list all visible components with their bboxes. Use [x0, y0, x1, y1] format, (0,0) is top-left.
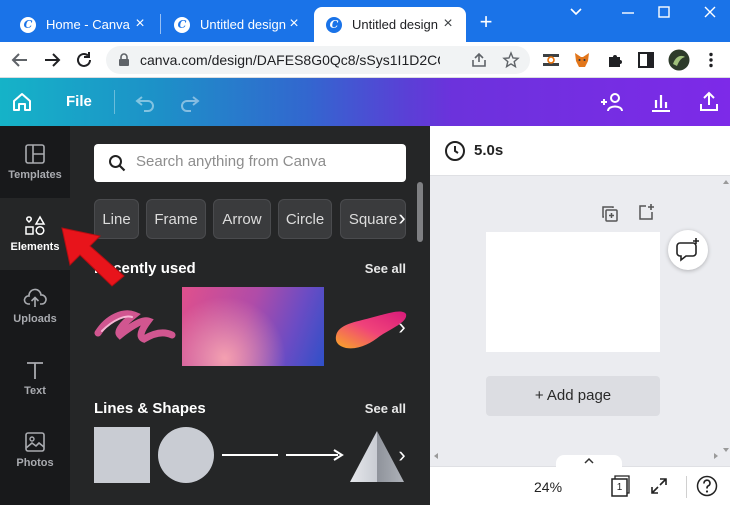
metamask-fox-icon[interactable] — [573, 51, 591, 69]
timer-clock-icon[interactable] — [444, 140, 466, 162]
reload-icon[interactable] — [74, 50, 94, 70]
comment-button[interactable] — [668, 230, 708, 270]
browser-toolbar: canva.com/design/DAFES8G0Qc8/sSys1I1D2CQ… — [0, 42, 730, 78]
see-all-lines-shapes-link[interactable]: See all — [365, 401, 406, 416]
home-icon[interactable] — [10, 90, 34, 114]
photos-icon — [0, 414, 70, 453]
rail-label: Text — [24, 385, 46, 397]
design-page[interactable] — [486, 232, 660, 352]
search-icon — [108, 154, 126, 172]
editor-toolbar: 5.0s — [430, 126, 730, 176]
rail-item-text[interactable]: Text — [0, 342, 70, 414]
editor-area: 5.0s + Add page 24% 1 — [430, 126, 730, 505]
square-shape[interactable] — [94, 427, 150, 483]
new-tab-button[interactable]: + — [476, 11, 496, 33]
browser-tab-untitled-active[interactable]: C Untitled design × — [314, 7, 466, 42]
tab-close-icon[interactable]: × — [286, 16, 302, 32]
fullscreen-expand-icon[interactable] — [650, 477, 668, 495]
footer-divider — [686, 476, 687, 498]
annotation-arrow — [58, 222, 128, 288]
chip-circle[interactable]: Circle — [278, 199, 332, 239]
address-bar[interactable]: canva.com/design/DAFES8G0Qc8/sSys1I1D2CQ… — [106, 46, 530, 74]
maximize-icon[interactable] — [654, 4, 674, 20]
editor-footer: 24% 1 — [430, 455, 730, 505]
url-text: canva.com/design/DAFES8G0Qc8/sSys1I1D2CQ… — [140, 52, 440, 68]
canva-favicon-icon: C — [326, 16, 342, 33]
browser-menu-icon[interactable] — [702, 51, 720, 69]
browser-tab-strip: C Home - Canva × C Untitled design × C U… — [0, 0, 730, 42]
recent-next-chevron-icon[interactable]: › — [390, 310, 414, 346]
extension-link-icon[interactable] — [542, 51, 560, 69]
pages-pull-tab[interactable] — [556, 455, 622, 467]
rail-item-photos[interactable]: Photos — [0, 414, 70, 486]
scroll-left-arrow-icon[interactable] — [432, 452, 440, 460]
bookmark-star-icon[interactable] — [502, 51, 520, 69]
rail-item-templates[interactable]: Templates — [0, 126, 70, 198]
elements-panel: Line Frame Arrow Circle Square › Recentl… — [70, 126, 430, 505]
browser-tab-home[interactable]: C Home - Canva × — [8, 7, 158, 42]
canva-favicon-icon: C — [20, 16, 36, 33]
gradient-image-thumbnail[interactable] — [182, 287, 324, 366]
page-count-button[interactable]: 1 — [610, 475, 630, 497]
add-page-button[interactable]: + Add page — [486, 376, 660, 416]
rail-label: Uploads — [13, 313, 57, 325]
tab-close-icon[interactable]: × — [440, 16, 456, 32]
see-all-recently-used-link[interactable]: See all — [365, 261, 406, 276]
panel-scrollbar[interactable] — [417, 182, 423, 242]
extensions-puzzle-icon[interactable] — [606, 51, 624, 69]
tab-close-icon[interactable]: × — [132, 16, 148, 32]
page-count-text: 1 — [616, 482, 623, 493]
suggestion-chips: Line Frame Arrow Circle Square — [94, 199, 406, 239]
canva-top-bar: File — [0, 78, 730, 126]
arrow-line-shape[interactable] — [286, 448, 344, 462]
duration-text[interactable]: 5.0s — [474, 142, 503, 159]
text-icon — [0, 342, 70, 381]
tab-search-chevron-icon[interactable] — [566, 4, 586, 20]
share-upload-icon[interactable] — [697, 90, 721, 114]
minimize-icon[interactable] — [618, 4, 638, 20]
search-box[interactable] — [94, 144, 406, 182]
zoom-level[interactable]: 24% — [534, 479, 562, 495]
pink-brush-stroke-thumbnail[interactable] — [94, 301, 176, 353]
tab-separator — [160, 14, 161, 34]
scroll-right-arrow-icon[interactable] — [712, 452, 720, 460]
editor-scrollbar[interactable] — [722, 178, 730, 454]
undo-icon[interactable] — [133, 90, 157, 114]
forward-arrow-icon[interactable] — [42, 50, 62, 70]
help-question-icon[interactable] — [696, 475, 718, 497]
window-close-icon[interactable] — [700, 4, 720, 20]
rail-label: Templates — [8, 169, 62, 181]
canva-favicon-icon: C — [174, 16, 190, 33]
left-rail: Templates Elements Uploads Text Photos — [0, 126, 70, 505]
add-collaborator-icon[interactable] — [600, 90, 626, 114]
duplicate-page-icon[interactable] — [600, 204, 620, 224]
search-input[interactable] — [136, 153, 396, 170]
chip-arrow[interactable]: Arrow — [213, 199, 271, 239]
browser-tab-untitled-1[interactable]: C Untitled design × — [162, 7, 312, 42]
chips-next-chevron-icon[interactable]: › — [390, 201, 414, 237]
redo-icon[interactable] — [178, 90, 202, 114]
line-shape[interactable] — [222, 453, 278, 457]
back-arrow-icon[interactable] — [10, 50, 30, 70]
chip-frame[interactable]: Frame — [146, 199, 206, 239]
insights-chart-icon[interactable] — [649, 90, 673, 114]
templates-icon — [0, 126, 70, 165]
section-title-lines-shapes: Lines & Shapes — [94, 400, 206, 417]
rail-label: Photos — [16, 457, 54, 469]
lock-icon[interactable] — [118, 53, 130, 67]
topbar-divider — [114, 90, 115, 114]
add-page-icon[interactable] — [636, 202, 656, 222]
file-menu[interactable]: File — [66, 93, 92, 110]
chevron-up-icon — [584, 457, 594, 464]
side-panel-icon[interactable] — [637, 51, 655, 69]
share-page-icon[interactable] — [470, 51, 488, 69]
profile-avatar[interactable] — [668, 49, 690, 71]
shapes-next-chevron-icon[interactable]: › — [390, 438, 414, 474]
circle-shape[interactable] — [158, 427, 214, 483]
comment-add-icon — [676, 242, 697, 262]
